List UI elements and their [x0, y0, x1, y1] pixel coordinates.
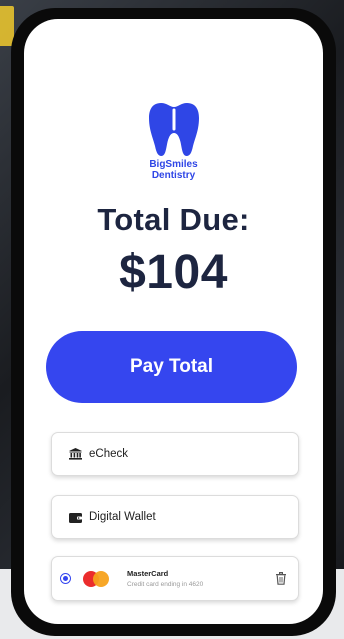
- trash-icon[interactable]: [276, 572, 286, 585]
- total-due-amount: $104: [119, 246, 228, 299]
- brand-name-line2: Dentistry: [151, 170, 196, 181]
- mastercard-icon: [83, 570, 109, 587]
- pay-total-button[interactable]: Pay Total: [46, 331, 297, 403]
- card-radio-button[interactable]: [60, 573, 71, 584]
- total-due-label: Total Due:: [97, 202, 250, 237]
- echeck-label: eCheck: [89, 448, 128, 460]
- wallet-icon: [69, 511, 83, 523]
- echeck-option[interactable]: eCheck: [51, 432, 299, 476]
- digital-wallet-label: Digital Wallet: [89, 511, 156, 523]
- tooth-icon: [148, 103, 199, 156]
- card-name: MasterCard: [127, 569, 169, 578]
- phone-frame: BigSmiles Dentistry Total Due: $104 Pay …: [11, 8, 336, 636]
- radio-selected-dot: [63, 576, 68, 581]
- card-ending: Credit card ending in 4620: [127, 581, 204, 588]
- phone-screen: BigSmiles Dentistry Total Due: $104 Pay …: [24, 19, 323, 624]
- brand-name: BigSmiles Dentistry: [149, 159, 197, 181]
- card-details: MasterCard Credit card ending in 4620: [127, 569, 203, 588]
- brand-name-line1: BigSmiles: [149, 159, 198, 170]
- bank-icon: [69, 448, 83, 460]
- brand-logo: BigSmiles Dentistry: [24, 101, 323, 181]
- saved-card-option[interactable]: MasterCard Credit card ending in 4620: [51, 556, 299, 601]
- digital-wallet-option[interactable]: Digital Wallet: [51, 495, 299, 539]
